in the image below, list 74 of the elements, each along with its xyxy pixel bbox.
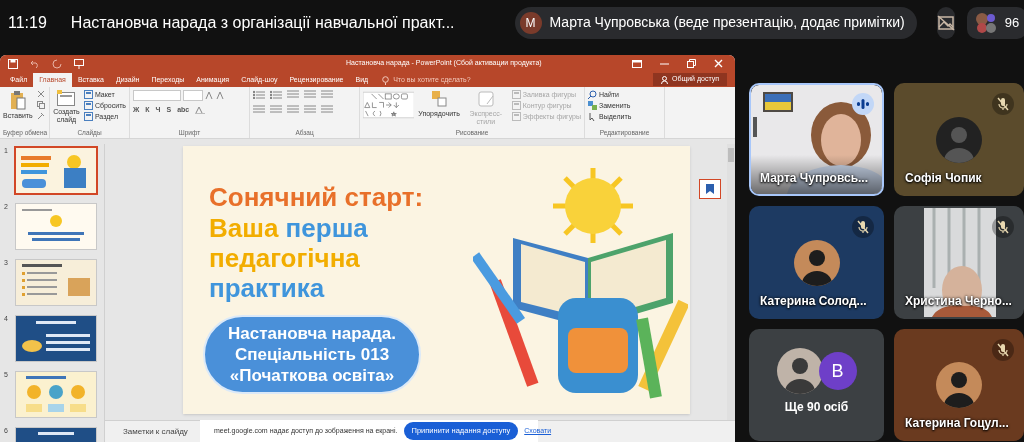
slide-thumbnail[interactable] bbox=[15, 203, 97, 250]
lightbulb-icon bbox=[382, 75, 390, 85]
layout-icon bbox=[83, 112, 93, 121]
list-icon[interactable] bbox=[270, 90, 282, 99]
cursor-icon bbox=[588, 112, 597, 121]
font-size-icon[interactable] bbox=[205, 91, 225, 100]
redo-icon[interactable] bbox=[52, 58, 62, 69]
avatar bbox=[936, 362, 982, 408]
slide-thumbnail[interactable] bbox=[15, 371, 97, 418]
more-participants-label: Ще 90 осіб bbox=[784, 399, 849, 416]
person-icon bbox=[660, 75, 668, 84]
spacing-icon[interactable] bbox=[195, 106, 206, 115]
slide-subtitle-line: «Початкова освіта» bbox=[229, 365, 395, 386]
cut-icon[interactable] bbox=[36, 90, 45, 98]
copy-icon[interactable] bbox=[36, 101, 45, 109]
slide-heading-line: практика bbox=[209, 273, 325, 303]
comment-marker[interactable] bbox=[699, 179, 721, 199]
participant-name: Катерина Гоцул... bbox=[905, 415, 1009, 432]
close-icon[interactable] bbox=[714, 59, 723, 68]
slide-thumbnail[interactable] bbox=[15, 315, 97, 362]
slide-thumbnail[interactable] bbox=[14, 146, 98, 195]
slide-subtitle-line: Настановча нарада. bbox=[228, 323, 396, 344]
ribbon-display-icon[interactable] bbox=[632, 59, 642, 68]
participant-name: Христина Черно... bbox=[905, 293, 1012, 310]
avatar bbox=[776, 348, 823, 394]
slide-subtitle-line: Спеціальність 013 bbox=[234, 344, 390, 365]
avatar bbox=[936, 116, 982, 163]
arrange-icon bbox=[430, 90, 449, 108]
slide-heading-line: педагогічна bbox=[209, 243, 360, 273]
quick-styles-icon bbox=[476, 90, 495, 108]
save-icon[interactable] bbox=[8, 58, 18, 69]
participant-name: Марта Чупровсь... bbox=[760, 170, 869, 187]
restore-icon[interactable] bbox=[687, 59, 696, 68]
indent-icon[interactable] bbox=[304, 90, 316, 99]
crossed-picture-icon bbox=[936, 14, 955, 31]
align-icon[interactable] bbox=[321, 105, 333, 114]
avatar-initial: B bbox=[818, 352, 857, 390]
align-icon[interactable] bbox=[287, 105, 299, 114]
presenter-chip[interactable]: М Марта Чупровська (веде презентацію, додає примітки) bbox=[514, 6, 917, 39]
list-icon[interactable] bbox=[253, 90, 265, 99]
avatar-stack-icon bbox=[974, 11, 997, 34]
avatar-initial: М bbox=[519, 11, 542, 34]
shapes-gallery[interactable] bbox=[363, 90, 415, 120]
meeting-time: 11:19 bbox=[8, 12, 47, 33]
indent-icon[interactable] bbox=[321, 90, 333, 99]
undo-icon[interactable] bbox=[30, 58, 40, 69]
new-slide-icon bbox=[57, 90, 76, 106]
shape-format-icon bbox=[511, 101, 521, 110]
presenter-label: Марта Чупровська (веде презентацію, додає примітки) bbox=[549, 13, 905, 32]
slide-thumbnail[interactable] bbox=[15, 259, 97, 306]
participant-name: Софія Чопик bbox=[905, 170, 982, 187]
font-name-field[interactable] bbox=[133, 90, 181, 101]
meeting-title: Настановча нарада з організації навчальної практ... bbox=[70, 12, 455, 33]
shape-format-icon bbox=[511, 90, 521, 99]
align-icon[interactable] bbox=[253, 105, 265, 114]
bookmark-icon bbox=[706, 184, 714, 194]
screen-share-off-button[interactable] bbox=[936, 6, 955, 39]
participant-name: Катерина Солод... bbox=[760, 293, 867, 310]
layout-icon bbox=[83, 90, 93, 99]
shape-format-icon bbox=[511, 112, 521, 121]
paste-icon bbox=[9, 90, 26, 110]
search-icon bbox=[588, 90, 597, 99]
participant-count: 96 bbox=[1004, 13, 1020, 32]
align-icon[interactable] bbox=[270, 105, 282, 114]
indent-icon[interactable] bbox=[287, 90, 299, 99]
presentation-icon[interactable] bbox=[74, 58, 84, 69]
layout-icon bbox=[83, 101, 93, 110]
font-size-field[interactable] bbox=[183, 90, 203, 101]
participants-button[interactable]: 96 bbox=[966, 6, 1024, 39]
align-icon[interactable] bbox=[304, 105, 316, 114]
replace-icon bbox=[588, 101, 597, 110]
scrollbar-thumb[interactable] bbox=[728, 148, 734, 162]
slide-heading-line: Ваша перша bbox=[209, 213, 368, 243]
slide-title: Сонячний старт: bbox=[209, 182, 425, 213]
